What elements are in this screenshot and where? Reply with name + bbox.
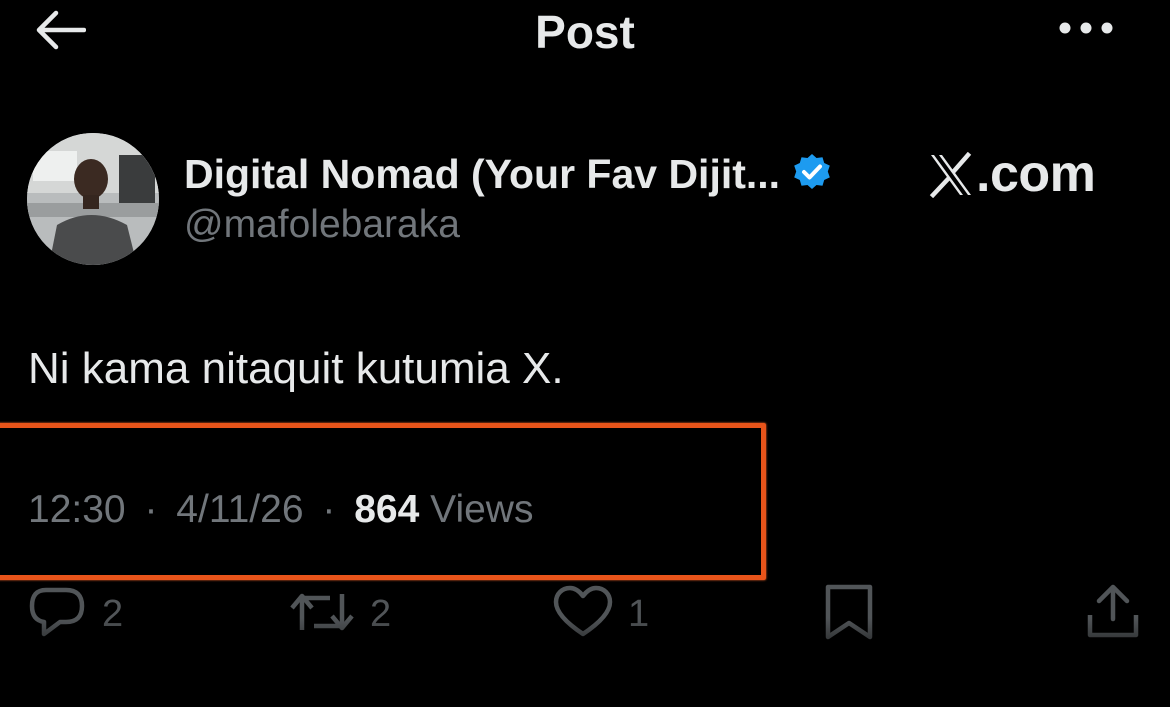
like-count: 1 <box>628 592 650 635</box>
author-handle[interactable]: @mafolebaraka <box>184 203 460 247</box>
views-count[interactable]: 864 <box>354 488 419 531</box>
bookmark-icon <box>822 583 876 646</box>
action-bar: 2 2 1 <box>0 582 1170 646</box>
author-name-row: Digital Nomad (Your Fav Dijit... <box>184 146 832 202</box>
post-metadata: 12:30 · 4/11/26 · 864 Views <box>28 488 533 532</box>
reply-button[interactable]: 2 <box>26 582 123 646</box>
post-date[interactable]: 4/11/26 <box>176 488 303 531</box>
verified-badge-icon <box>792 152 832 197</box>
arrow-left-icon <box>34 10 87 55</box>
reply-icon <box>26 584 88 645</box>
more-options-button[interactable] <box>1046 8 1126 52</box>
views-label[interactable]: Views <box>430 488 533 531</box>
profile-photo-image <box>27 133 159 265</box>
post-text: Ni kama nitaquit kutumia X. <box>28 344 564 393</box>
x-com-label: .com <box>976 145 1096 203</box>
back-button[interactable] <box>22 6 98 58</box>
more-horizontal-icon <box>1058 21 1114 40</box>
bookmark-button[interactable] <box>822 582 876 646</box>
repost-count: 2 <box>370 592 392 635</box>
share-icon <box>1084 583 1142 646</box>
avatar[interactable] <box>27 133 159 265</box>
display-name[interactable]: Digital Nomad (Your Fav Dijit... <box>184 151 780 198</box>
share-button[interactable] <box>1084 582 1142 646</box>
repost-button[interactable]: 2 <box>288 582 391 646</box>
page-title: Post <box>535 6 635 58</box>
separator-dot: · <box>144 488 158 531</box>
post-time[interactable]: 12:30 <box>28 488 126 531</box>
separator-dot: · <box>322 488 336 531</box>
x-logo-icon <box>928 151 974 199</box>
repost-icon <box>288 584 356 645</box>
x-com-watermark: .com <box>928 143 1096 205</box>
heart-icon <box>552 584 614 645</box>
like-button[interactable]: 1 <box>552 582 649 646</box>
reply-count: 2 <box>102 592 124 635</box>
